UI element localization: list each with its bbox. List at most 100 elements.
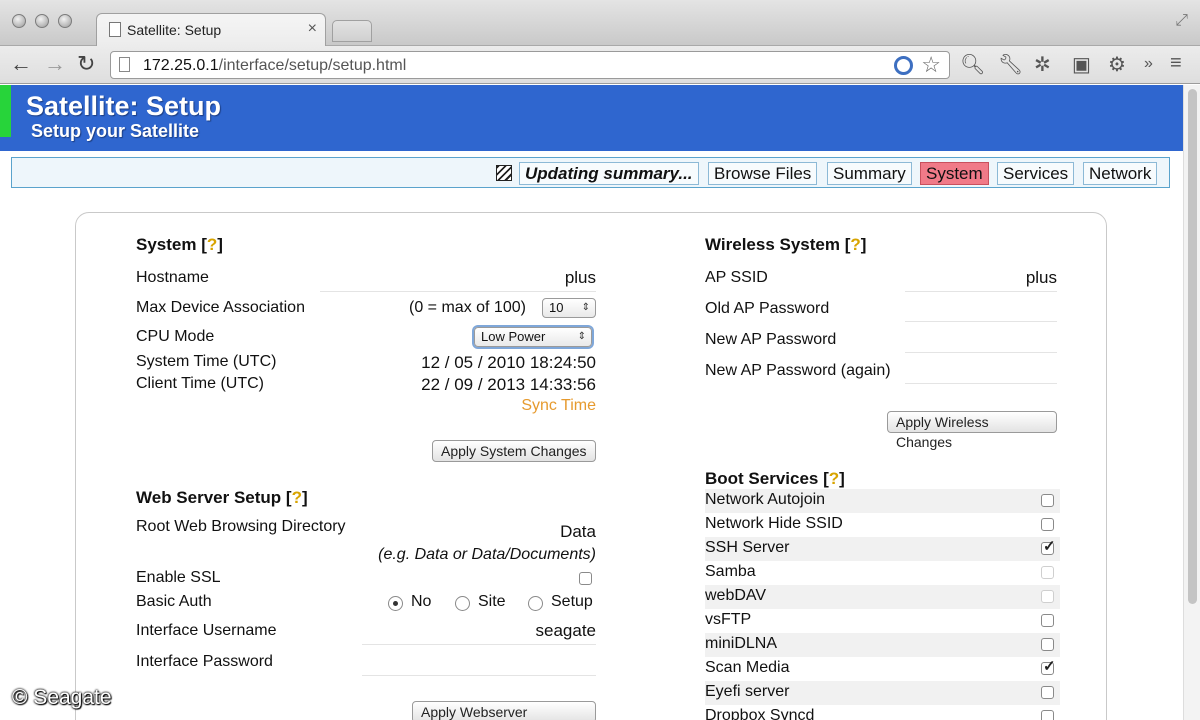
page-scrollbar[interactable]	[1183, 85, 1200, 720]
service-checkbox[interactable]	[1041, 518, 1054, 531]
magnifier-icon[interactable]: 🔍︎	[960, 52, 985, 77]
more-extensions-icon[interactable]: »	[1144, 55, 1153, 73]
max-assoc-select[interactable]: 10 ⇕	[542, 298, 596, 318]
service-label: SSH Server	[705, 539, 790, 556]
service-label: vsFTP	[705, 611, 752, 628]
tab-title: Satellite: Setup	[127, 22, 222, 38]
busy-icon	[496, 165, 512, 181]
help-link[interactable]: ?	[207, 235, 217, 254]
watermark: © Seagate	[12, 686, 112, 709]
list-item: Scan Media ✓	[705, 657, 1060, 681]
list-item: vsFTP	[705, 609, 1060, 633]
search-engine-icon[interactable]	[894, 56, 913, 75]
new-password-again-input[interactable]	[905, 360, 1057, 384]
auth-option-site: Site	[478, 593, 506, 610]
root-dir-hint: (e.g. Data or Data/Documents)	[378, 546, 596, 563]
list-item: Dropbox Syncd	[705, 705, 1060, 720]
service-checkbox[interactable]	[1041, 494, 1054, 507]
service-checkbox[interactable]	[1041, 614, 1054, 627]
service-label: miniDLNA	[705, 635, 778, 652]
apply-wireless-button[interactable]: Apply Wireless Changes	[887, 411, 1057, 450]
basic-auth-label: Basic Auth	[136, 593, 212, 610]
ssl-checkbox[interactable]	[579, 572, 592, 585]
bug-icon[interactable]: ✲	[1034, 52, 1051, 77]
browser-toolbar: ← → ↻ 172.25.0.1/interface/setup/setup.h…	[0, 46, 1200, 84]
auth-radio-site[interactable]	[455, 596, 470, 611]
list-item: Network Autojoin	[705, 489, 1060, 513]
address-bar[interactable]: 172.25.0.1/interface/setup/setup.html ☆	[110, 51, 950, 79]
password-label: Interface Password	[136, 653, 273, 670]
wrench-icon[interactable]: 🔧︎	[998, 52, 1023, 77]
auth-option-no: No	[411, 593, 432, 610]
service-checkbox[interactable]	[1041, 686, 1054, 699]
list-item: SSH Server ✓	[705, 537, 1060, 561]
service-checkbox	[1041, 590, 1054, 603]
client-time-value: 22 / 09 / 2013 14:33:56	[421, 375, 596, 394]
service-checkbox	[1041, 566, 1054, 579]
help-link[interactable]: ?	[292, 488, 302, 507]
tab-system[interactable]: System	[920, 162, 989, 185]
close-window-button[interactable]	[12, 14, 26, 28]
zoom-window-button[interactable]	[58, 14, 72, 28]
system-section-title: System [?]	[136, 235, 223, 254]
apply-system-button[interactable]: Apply System Changes	[432, 440, 596, 462]
back-button[interactable]: ←	[10, 52, 32, 76]
extension-icon[interactable]: ▣	[1072, 52, 1091, 77]
service-checkbox[interactable]	[1041, 638, 1054, 651]
menu-icon[interactable]: ≡	[1170, 52, 1182, 75]
list-item: Network Hide SSID	[705, 513, 1060, 537]
cpu-mode-select[interactable]: Low Power ⇕	[474, 327, 592, 347]
reload-button[interactable]: ↻	[77, 52, 95, 76]
hostname-input[interactable]: plus	[320, 268, 596, 292]
tab-summary[interactable]: Summary	[827, 162, 912, 185]
cpu-mode-value: Low Power	[481, 329, 546, 344]
scrollbar-thumb[interactable]	[1188, 89, 1197, 604]
webserver-section-title: Web Server Setup [?]	[136, 488, 308, 507]
tab-network[interactable]: Network	[1083, 162, 1158, 185]
auth-radio-setup[interactable]	[528, 596, 543, 611]
help-link[interactable]: ?	[850, 235, 860, 254]
sync-time-link[interactable]: Sync Time	[480, 397, 596, 415]
hostname-label: Hostname	[136, 269, 209, 286]
tab-services[interactable]: Services	[997, 162, 1075, 185]
gear-icon[interactable]: ⚙	[1108, 52, 1126, 77]
ssl-label: Enable SSL	[136, 569, 221, 586]
new-password-input[interactable]	[905, 329, 1057, 353]
minimize-window-button[interactable]	[35, 14, 49, 28]
service-label: Network Hide SSID	[705, 515, 843, 532]
bookmark-star-icon[interactable]: ☆	[921, 52, 941, 78]
service-checkbox[interactable]: ✓	[1041, 538, 1056, 555]
old-password-input[interactable]	[905, 298, 1057, 322]
url-text[interactable]: 172.25.0.1/interface/setup/setup.html	[143, 57, 406, 75]
username-label: Interface Username	[136, 622, 277, 639]
boot-section-title: Boot Services [?]	[705, 469, 845, 488]
auth-radio-no[interactable]	[388, 596, 403, 611]
tab-browse-files[interactable]: Browse Files	[708, 162, 818, 185]
tab-close-icon[interactable]: ×	[308, 20, 317, 38]
apply-webserver-button[interactable]: Apply Webserver Changes	[412, 701, 596, 720]
username-input[interactable]: seagate	[362, 621, 596, 645]
new-password-again-label: New AP Password (again)	[705, 362, 891, 379]
check-icon: ✓	[1043, 538, 1056, 555]
service-label: Dropbox Syncd	[705, 707, 815, 720]
browser-titlebar: Satellite: Setup × ⤢	[0, 0, 1200, 47]
page-icon	[109, 22, 121, 37]
new-tab-button[interactable]	[332, 20, 372, 42]
browser-tab[interactable]: Satellite: Setup ×	[96, 13, 326, 47]
password-input[interactable]	[362, 652, 596, 676]
ssid-input[interactable]: plus	[905, 268, 1057, 292]
ssid-label: AP SSID	[705, 269, 768, 286]
help-link[interactable]: ?	[829, 469, 839, 488]
service-checkbox[interactable]: ✓	[1041, 658, 1056, 675]
fullscreen-icon[interactable]: ⤢	[1175, 12, 1188, 30]
root-dir-input[interactable]: Data	[362, 522, 596, 546]
max-assoc-value: 10	[549, 300, 564, 315]
service-checkbox[interactable]	[1041, 710, 1054, 720]
nav-status: Updating summary...	[519, 162, 699, 185]
service-label: Network Autojoin	[705, 491, 826, 508]
system-time-label: System Time (UTC)	[136, 353, 277, 370]
service-label: Samba	[705, 563, 756, 580]
forward-button[interactable]: →	[44, 52, 66, 76]
max-assoc-label: Max Device Association	[136, 299, 305, 316]
cpu-mode-label: CPU Mode	[136, 328, 215, 345]
